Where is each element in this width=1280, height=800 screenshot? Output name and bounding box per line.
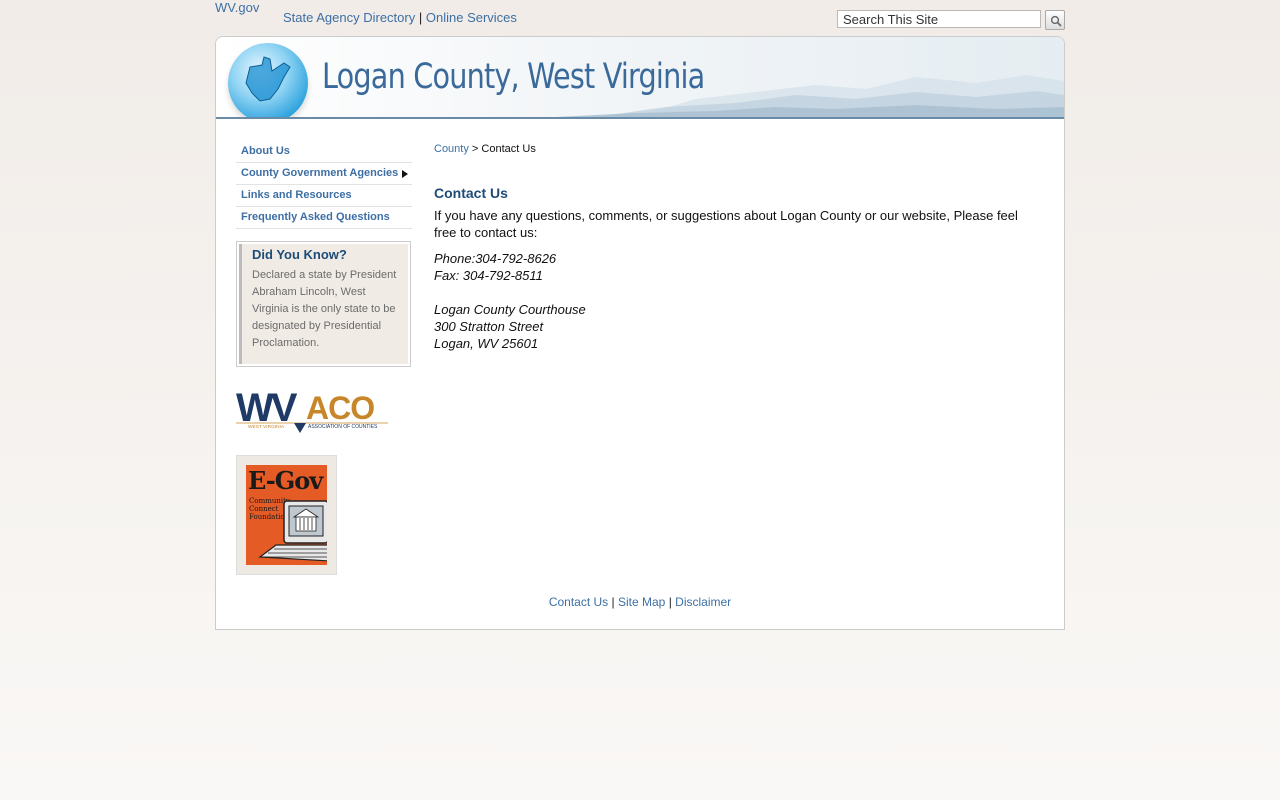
site-title: Logan County, West Virginia: [322, 57, 705, 97]
wv-state-shape-icon: [245, 56, 291, 102]
sidebar-item-county-government-agencies[interactable]: County Government Agencies: [236, 163, 412, 185]
footer: Contact Us | Site Map | Disclaimer: [216, 595, 1064, 609]
sidebar: About Us County Government Agencies Link…: [236, 141, 412, 575]
egov-computer-illustration: E-Gov Community Connect Foundation: [248, 466, 327, 562]
address-line-1: Logan County Courthouse: [434, 302, 586, 317]
state-agency-directory-link[interactable]: State Agency Directory: [283, 10, 415, 25]
fax-text: Fax: 304-792-8511: [434, 268, 543, 283]
footer-contact-us-link[interactable]: Contact Us: [549, 595, 608, 609]
intro-text: If you have any questions, comments, or …: [434, 208, 1018, 240]
search-button[interactable]: [1045, 10, 1065, 30]
egov-badge[interactable]: E-Gov Community Connect Foundation: [236, 455, 337, 575]
triangle-right-icon: [402, 170, 408, 178]
top-links: State Agency Directory | Online Services: [283, 10, 517, 25]
sidebar-item-faq[interactable]: Frequently Asked Questions: [236, 207, 412, 229]
sidebar-item-links-and-resources[interactable]: Links and Resources: [236, 185, 412, 207]
sidebar-item-about-us[interactable]: About Us: [236, 141, 412, 163]
breadcrumb: County > Contact Us: [434, 143, 1024, 155]
page-container: Logan County, West Virginia About Us Cou…: [215, 36, 1065, 630]
wvaco-aco-letters: ACO: [306, 390, 374, 426]
breadcrumb-current: Contact Us: [481, 143, 536, 155]
wvaco-logo-graphic: WV ACO WEST VIRGINIA ASSOCIATION OF COUN…: [236, 386, 388, 433]
contact-phone-fax: Phone:304-792-8626 Fax: 304-792-8511 Log…: [434, 250, 1024, 352]
main-content: County > Contact Us Contact Us If you ha…: [434, 143, 1024, 352]
footer-separator: |: [611, 595, 615, 609]
address-line-2: 300 Stratton Street: [434, 319, 544, 334]
wv-gov-logo[interactable]: WV.gov: [215, 0, 259, 15]
breadcrumb-separator: >: [471, 143, 479, 155]
page-title: Contact Us: [434, 185, 508, 201]
footer-site-map-link[interactable]: Site Map: [618, 595, 665, 609]
search-icon: [1050, 15, 1062, 27]
top-links-separator: |: [418, 10, 423, 25]
sidebar-item-label: County Government Agencies: [241, 167, 399, 179]
wvaco-logo[interactable]: WV ACO WEST VIRGINIA ASSOCIATION OF COUN…: [236, 385, 388, 435]
did-you-know-box: Did You Know? Declared a state by Presid…: [236, 241, 411, 367]
top-bar: WV.gov State Agency Directory | Online S…: [215, 0, 1065, 36]
did-you-know-text: Declared a state by President Abraham Li…: [252, 269, 397, 349]
phone-text: Phone:304-792-8626: [434, 251, 557, 266]
breadcrumb-county-link[interactable]: County: [434, 143, 469, 155]
footer-separator: |: [668, 595, 672, 609]
globe-logo: [228, 43, 308, 117]
wvaco-caption-left: WEST VIRGINIA: [248, 424, 285, 430]
search-input[interactable]: [837, 10, 1041, 28]
egov-badge-image: E-Gov Community Connect Foundation: [246, 465, 327, 565]
did-you-know-title: Did You Know?: [252, 247, 347, 262]
did-you-know-inner: Did You Know? Declared a state by Presid…: [239, 244, 408, 364]
site-banner: Logan County, West Virginia: [216, 37, 1064, 119]
egov-title: E-Gov: [248, 466, 324, 495]
egov-line2: Connect: [249, 505, 279, 513]
address-line-3: Logan, WV 25601: [434, 336, 539, 351]
wvaco-caption-right: ASSOCIATION OF COUNTIES: [308, 424, 378, 430]
online-services-link[interactable]: Online Services: [426, 10, 517, 25]
footer-disclaimer-link[interactable]: Disclaimer: [675, 595, 731, 609]
